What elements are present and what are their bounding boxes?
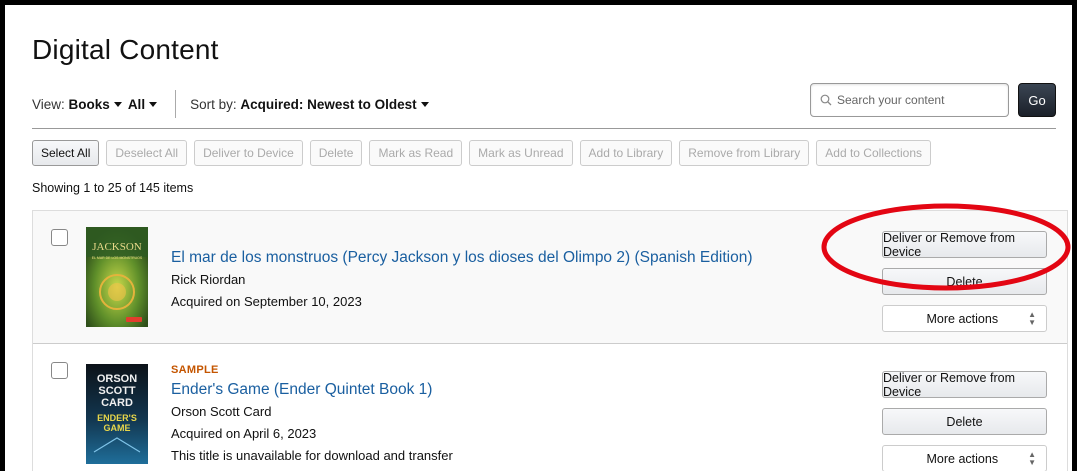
view-type-value: Books <box>68 96 110 112</box>
cover-author-line1: ORSON <box>97 373 137 385</box>
book-title-link[interactable]: Ender's Game (Ender Quintet Book 1) <box>171 381 453 399</box>
sort-dropdown[interactable]: Acquired: Newest to Oldest <box>240 97 434 112</box>
more-actions-select[interactable]: More actions ▲ ▼ <box>882 305 1047 332</box>
remove-from-library-button[interactable]: Remove from Library <box>679 140 810 166</box>
digital-content-page: Digital Content View: Books All Sort by:… <box>5 5 1072 471</box>
item-checkbox[interactable] <box>51 229 68 246</box>
acquired-date: Acquired on September 10, 2023 <box>171 294 362 309</box>
bulk-actions-bar: Select All Deselect All Deliver to Devic… <box>32 140 932 166</box>
search-box[interactable] <box>810 83 1009 117</box>
item-actions: Deliver or Remove from Device Delete Mor… <box>882 371 1047 471</box>
cover-subtitle-text: EL MAR DE LOS MONSTRUOS <box>92 256 143 260</box>
add-to-library-button[interactable]: Add to Library <box>579 140 673 166</box>
view-filter-value: All <box>127 96 146 112</box>
deselect-all-button[interactable]: Deselect All <box>106 140 188 166</box>
go-button[interactable]: Go <box>1018 83 1056 117</box>
cover-author-line2: SCOTT <box>98 385 136 397</box>
page-title: Digital Content <box>32 34 219 65</box>
item-details: SAMPLE Ender's Game (Ender Quintet Book … <box>171 364 453 463</box>
item-actions: Deliver or Remove from Device Delete Mor… <box>882 231 1047 342</box>
more-actions-label: More actions <box>926 451 999 466</box>
book-author: Rick Riordan <box>171 272 246 287</box>
list-item: JACKSON EL MAR DE LOS MONSTRUOS El mar d… <box>33 211 1067 343</box>
cover-title-text: JACKSON <box>92 241 142 253</box>
up-down-arrow-icon: ▲ ▼ <box>1028 309 1036 327</box>
search-input[interactable] <box>837 93 997 107</box>
up-down-arrow-icon: ▲ ▼ <box>1028 449 1036 467</box>
toolbar-separator <box>32 128 1056 129</box>
deliver-or-remove-button[interactable]: Deliver or Remove from Device <box>882 371 1047 399</box>
caret-down-icon <box>420 101 429 107</box>
cover-author-line3: CARD <box>101 397 133 409</box>
more-actions-label: More actions <box>926 311 999 326</box>
add-to-collections-button[interactable]: Add to Collections <box>816 140 932 166</box>
view-filter-dropdown[interactable]: All <box>128 97 163 112</box>
mark-as-unread-button[interactable]: Mark as Unread <box>469 140 573 166</box>
book-cover[interactable]: JACKSON EL MAR DE LOS MONSTRUOS <box>86 227 148 327</box>
item-delete-button[interactable]: Delete <box>882 268 1047 295</box>
delete-button[interactable]: Delete <box>309 140 363 166</box>
availability-note: This title is unavailable for download a… <box>171 448 453 463</box>
book-title-link[interactable]: El mar de los monstruos (Percy Jackson y… <box>171 249 753 267</box>
acquired-date: Acquired on April 6, 2023 <box>171 426 317 441</box>
view-label: View: <box>32 96 65 112</box>
caret-down-icon <box>113 101 122 107</box>
list-item: ORSON SCOTT CARD ENDER'S GAME SAMPLE End… <box>33 343 1067 471</box>
content-list: JACKSON EL MAR DE LOS MONSTRUOS El mar d… <box>32 210 1068 471</box>
search-icon <box>820 94 832 106</box>
sample-badge: SAMPLE <box>171 364 219 376</box>
more-actions-select[interactable]: More actions ▲ ▼ <box>882 445 1047 471</box>
mark-as-read-button[interactable]: Mark as Read <box>369 140 463 166</box>
item-details: El mar de los monstruos (Percy Jackson y… <box>171 249 753 316</box>
book-author: Orson Scott Card <box>171 404 272 419</box>
view-type-dropdown[interactable]: Books <box>69 97 128 112</box>
toolbar-divider <box>175 90 177 118</box>
view-sort-toolbar: View: Books All Sort by: Acquired: Newes… <box>32 90 435 118</box>
item-count: Showing 1 to 25 of 145 items <box>32 181 194 195</box>
item-checkbox[interactable] <box>51 362 68 379</box>
book-cover[interactable]: ORSON SCOTT CARD ENDER'S GAME <box>86 364 148 464</box>
item-delete-button[interactable]: Delete <box>882 408 1047 435</box>
cover-title-line2: GAME <box>104 423 131 433</box>
deliver-to-device-button[interactable]: Deliver to Device <box>194 140 303 166</box>
caret-down-icon <box>149 101 158 107</box>
deliver-or-remove-button[interactable]: Deliver or Remove from Device <box>882 231 1047 259</box>
sort-value: Acquired: Newest to Oldest <box>240 96 417 112</box>
select-all-button[interactable]: Select All <box>32 140 100 166</box>
sort-label: Sort by: <box>190 96 237 112</box>
cover-title-line1: ENDER'S <box>97 413 137 423</box>
